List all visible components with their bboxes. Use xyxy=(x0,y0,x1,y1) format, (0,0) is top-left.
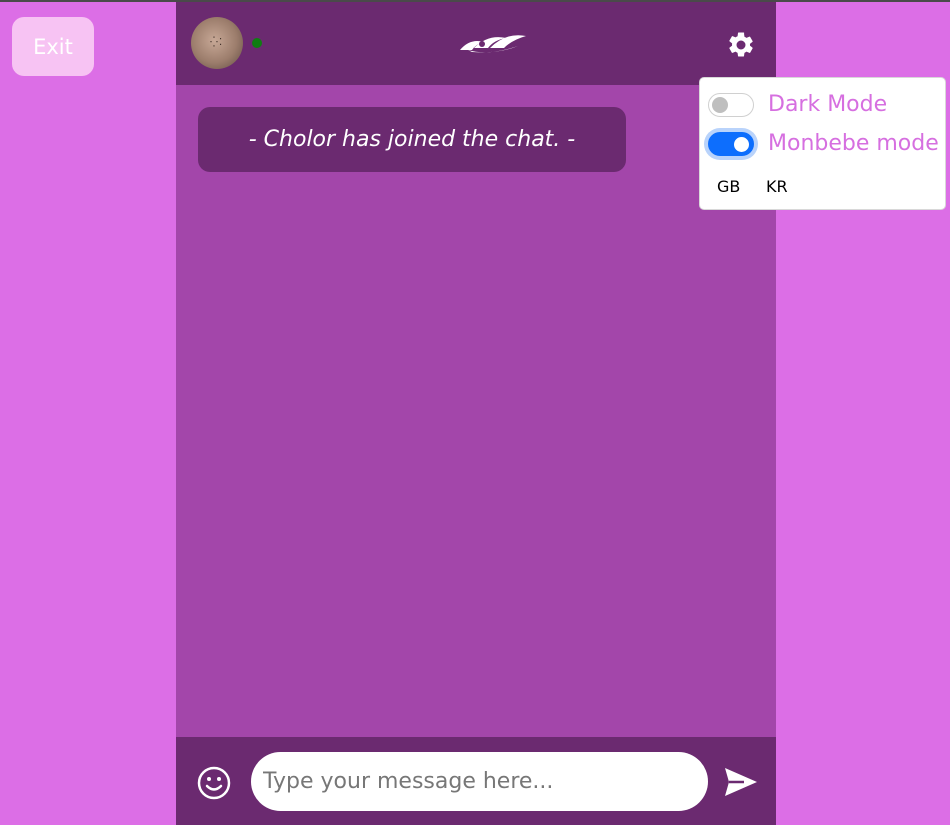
language-option-kr[interactable]: KR xyxy=(766,177,788,196)
avatar-photo-detail: ⁛⁚ xyxy=(210,37,224,48)
monsta-x-logo-icon xyxy=(460,35,526,53)
monbebe-mode-row: Monbebe mode xyxy=(708,130,943,158)
exit-button[interactable]: Exit xyxy=(12,17,94,76)
settings-dropdown: Dark Mode Monbebe mode GB KR xyxy=(699,77,946,210)
monbebe-mode-label: Monbebe mode xyxy=(768,131,939,156)
dark-mode-label: Dark Mode xyxy=(768,92,888,117)
monbebe-mode-toggle-knob xyxy=(734,137,749,152)
dark-mode-toggle[interactable] xyxy=(708,93,754,117)
chat-footer xyxy=(176,737,776,825)
smiley-icon[interactable] xyxy=(197,766,231,800)
message-input[interactable] xyxy=(251,752,708,811)
gear-icon[interactable] xyxy=(726,30,756,60)
avatar[interactable]: ⁛⁚ xyxy=(191,17,243,69)
dark-mode-toggle-knob xyxy=(712,97,728,113)
chat-panel: ⁛⁚ - Cholor has joined the chat. - xyxy=(176,2,776,825)
monbebe-mode-toggle[interactable] xyxy=(708,132,754,156)
language-option-gb[interactable]: GB xyxy=(717,177,740,196)
dark-mode-row: Dark Mode xyxy=(708,91,943,119)
chat-header: ⁛⁚ xyxy=(176,2,776,85)
send-icon[interactable] xyxy=(724,767,758,797)
online-status-dot xyxy=(252,38,262,48)
system-message: - Cholor has joined the chat. - xyxy=(198,107,626,172)
